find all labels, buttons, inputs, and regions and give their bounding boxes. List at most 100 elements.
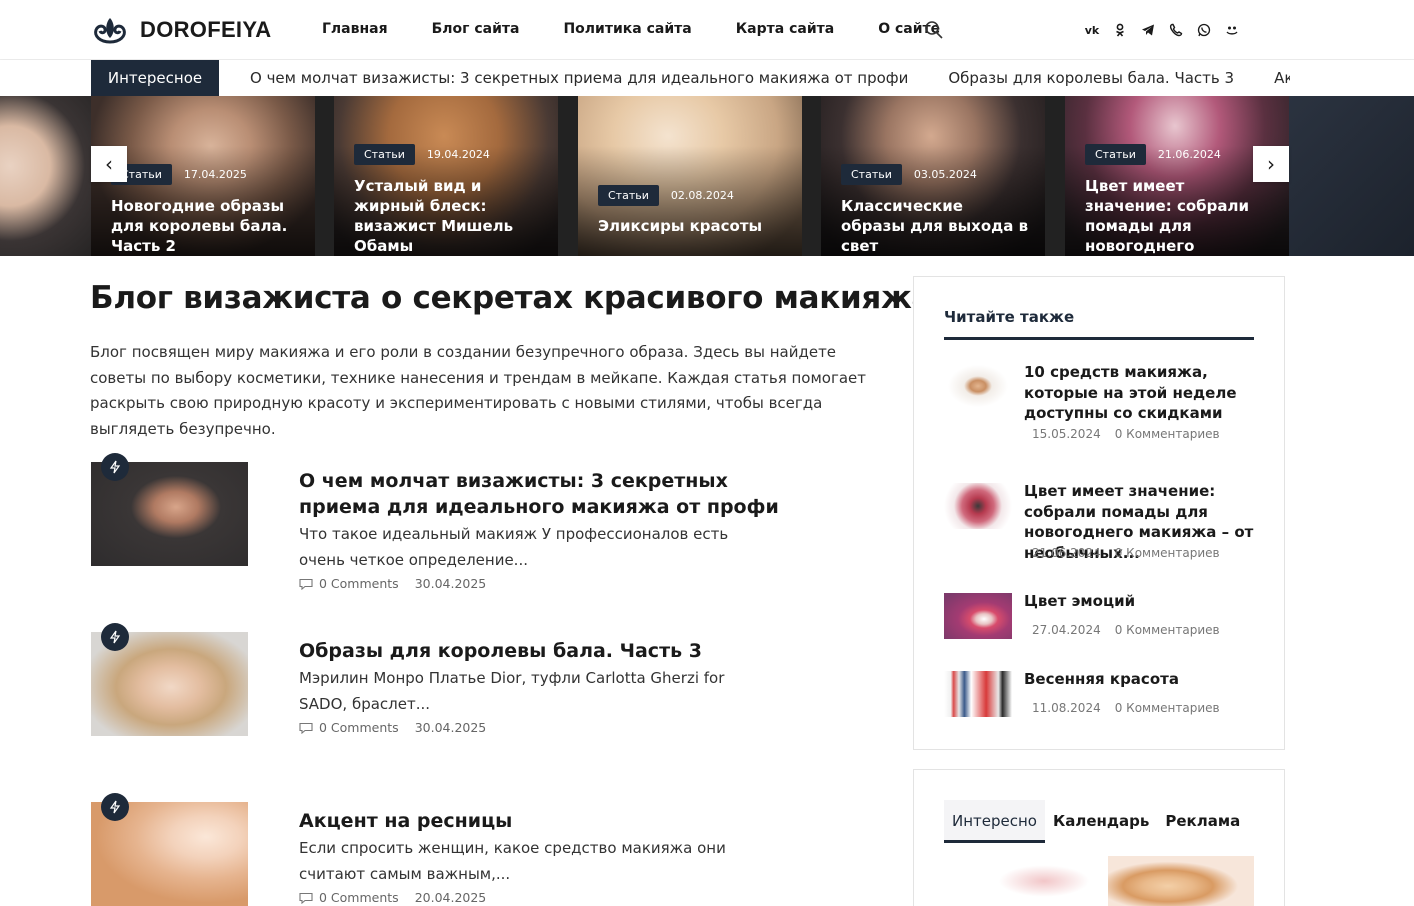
post-meta: 0 Comments 30.04.2025 — [299, 720, 486, 735]
post-excerpt: Что такое идеальный макияж У профессиона… — [299, 525, 729, 569]
post-comments[interactable]: 0 Comments — [319, 576, 399, 591]
main-nav: Главная Блог сайта Политика сайта Карта … — [322, 21, 984, 37]
slide-title[interactable]: Классические образы для выхода в свет — [841, 196, 1031, 256]
slide-date: 02.08.2024 — [670, 189, 734, 202]
bolt-icon — [101, 453, 129, 481]
comment-icon — [299, 892, 313, 904]
related-post-comments[interactable]: 0 Комментариев — [1115, 623, 1220, 637]
nav-item-sitemap[interactable]: Карта сайта — [736, 21, 834, 37]
post-title[interactable]: Акцент на ресницы — [299, 808, 799, 834]
site-header: DOROFEIYA Главная Блог сайта Политика са… — [0, 0, 1414, 60]
slide-card[interactable]: Статьи 03.05.2024 Классические образы для… — [821, 96, 1045, 256]
related-post-thumbnail[interactable] — [944, 483, 1012, 529]
related-post-comments[interactable]: 0 Комментариев — [1115, 546, 1220, 560]
category-badge[interactable]: Статьи — [598, 185, 659, 206]
related-post-thumbnail[interactable] — [944, 364, 1012, 410]
slider-next-button[interactable]: › — [1253, 146, 1289, 182]
post-card: О чем молчат визажисты: 3 секретных прие… — [90, 453, 880, 602]
slide-date: 17.04.2025 — [183, 168, 247, 181]
related-post-date: 11.08.2024 — [1032, 701, 1101, 715]
whatsapp-icon[interactable] — [1195, 21, 1213, 39]
related-post-title[interactable]: Весенняя красота — [1024, 669, 1256, 690]
featured-slider: Статьи 17.04.2025 Новогодние образы для к… — [0, 96, 1414, 256]
widget-title: Читайте также — [944, 308, 1075, 326]
slider-prev-button[interactable]: ‹ — [91, 146, 127, 182]
post-card: Акцент на ресницы Если спросить женщин, … — [90, 793, 880, 906]
search-icon[interactable] — [924, 20, 944, 40]
vk-icon[interactable]: vk — [1083, 21, 1101, 39]
slide-title[interactable]: Цвет имеет значение: собрали помады для … — [1085, 176, 1275, 256]
related-post-date: 21.06.2024 — [1032, 546, 1101, 560]
post-meta: 0 Comments 30.04.2025 — [299, 576, 486, 591]
tab-interesting[interactable]: Интересно — [944, 800, 1045, 843]
nav-item-policy[interactable]: Политика сайта — [563, 21, 691, 37]
slide-title[interactable]: Новогодние образы для королевы бала. Час… — [111, 196, 301, 256]
slide-title[interactable]: Эликсиры красоты — [598, 216, 788, 236]
slide-date: 21.06.2024 — [1157, 148, 1221, 161]
post-date: 30.04.2025 — [414, 576, 487, 591]
ticker-item[interactable]: О чем молчат визажисты: 3 секретных прие… — [250, 69, 908, 87]
related-post-meta: 21.06.2024 0 Комментариев — [1032, 546, 1220, 560]
related-post-date: 27.04.2024 — [1032, 623, 1101, 637]
viber-icon[interactable] — [1167, 21, 1185, 39]
related-post[interactable]: Цвет имеет значение: собрали помады для … — [944, 482, 1256, 563]
tab-calendar[interactable]: Календарь — [1045, 800, 1157, 843]
logo-icon — [94, 18, 126, 44]
ticker-item[interactable]: Акцент на р — [1274, 69, 1290, 87]
logo-text: DOROFEIYA — [140, 17, 272, 42]
ticker-track: О чем молчат визажисты: 3 секретных прие… — [250, 60, 1290, 96]
post-comments[interactable]: 0 Comments — [319, 890, 399, 905]
moimir-icon[interactable] — [1223, 21, 1241, 39]
page-title: Блог визажиста о секретах красивого маки… — [90, 280, 933, 316]
related-post-thumbnail[interactable] — [944, 671, 1012, 717]
slide-card[interactable]: Статьи 19.04.2024 Усталый вид и жирный бл… — [334, 96, 558, 256]
intro-text: Блог посвящен миру макияжа и его роли в … — [90, 343, 867, 438]
tab-post-thumbnail[interactable] — [1108, 856, 1254, 906]
site-logo[interactable]: DOROFEIYA — [90, 14, 271, 46]
related-post-thumbnail[interactable] — [944, 593, 1012, 639]
slide-title[interactable]: Усталый вид и жирный блеск: визажист Миш… — [354, 176, 544, 256]
post-comments[interactable]: 0 Comments — [319, 720, 399, 735]
post-excerpt: Мэрилин Монро Платье Dior, туфли Carlott… — [299, 669, 725, 713]
slide-date: 03.05.2024 — [913, 168, 977, 181]
slide-date: 19.04.2024 — [426, 148, 490, 161]
bolt-icon — [101, 793, 129, 821]
post-title[interactable]: Образы для королевы бала. Часть 3 — [299, 638, 799, 664]
related-post[interactable]: Цвет эмоций 27.04.2024 0 Комментариев — [944, 591, 1256, 643]
comment-icon — [299, 578, 313, 590]
related-post-meta: 15.05.2024 0 Комментариев — [1032, 427, 1220, 441]
category-badge[interactable]: Статьи — [354, 144, 415, 165]
tab-ads[interactable]: Реклама — [1157, 800, 1248, 843]
slide-card[interactable]: Статьи 02.08.2024 Эликсиры красоты — [578, 96, 802, 256]
related-post[interactable]: Весенняя красота 11.08.2024 0 Комментарие… — [944, 669, 1256, 721]
post-card: Образы для королевы бала. Часть 3 Мэрили… — [90, 623, 880, 752]
related-post-meta: 27.04.2024 0 Комментариев — [1032, 623, 1220, 637]
slide-edge-left — [0, 96, 91, 256]
ticker-label: Интересное — [91, 60, 219, 96]
nav-item-blog[interactable]: Блог сайта — [432, 21, 520, 37]
category-badge[interactable]: Статьи — [841, 164, 902, 185]
related-post-comments[interactable]: 0 Комментариев — [1115, 701, 1220, 715]
widget-underline — [944, 337, 1254, 340]
news-ticker: Интересное О чем молчат визажисты: 3 сек… — [0, 60, 1414, 96]
post-date: 30.04.2025 — [414, 720, 487, 735]
comment-icon — [299, 722, 313, 734]
related-post-meta: 11.08.2024 0 Комментариев — [1032, 701, 1220, 715]
post-title[interactable]: О чем молчат визажисты: 3 секретных прие… — [299, 468, 799, 520]
ticker-item[interactable]: Образы для королевы бала. Часть 3 — [948, 69, 1234, 87]
post-date: 20.04.2025 — [414, 890, 487, 905]
related-post-comments[interactable]: 0 Комментариев — [1115, 427, 1220, 441]
tab-post-thumbnail[interactable] — [944, 856, 1090, 906]
category-badge[interactable]: Статьи — [1085, 144, 1146, 165]
tab-thumbnails — [944, 856, 1254, 906]
related-post-title[interactable]: 10 средств макияжа, которые на этой неде… — [1024, 362, 1256, 424]
nav-item-home[interactable]: Главная — [322, 21, 388, 37]
tabs-widget: Интересно Календарь Реклама — [913, 769, 1285, 906]
read-also-widget: Читайте также 10 средств макияжа, которы… — [913, 276, 1285, 750]
telegram-icon[interactable] — [1139, 21, 1157, 39]
bolt-icon — [101, 623, 129, 651]
related-post[interactable]: 10 средств макияжа, которые на этой неде… — [944, 362, 1256, 444]
ok-icon[interactable] — [1111, 21, 1129, 39]
widget-tabs: Интересно Календарь Реклама — [944, 800, 1248, 843]
related-post-title[interactable]: Цвет эмоций — [1024, 591, 1256, 612]
